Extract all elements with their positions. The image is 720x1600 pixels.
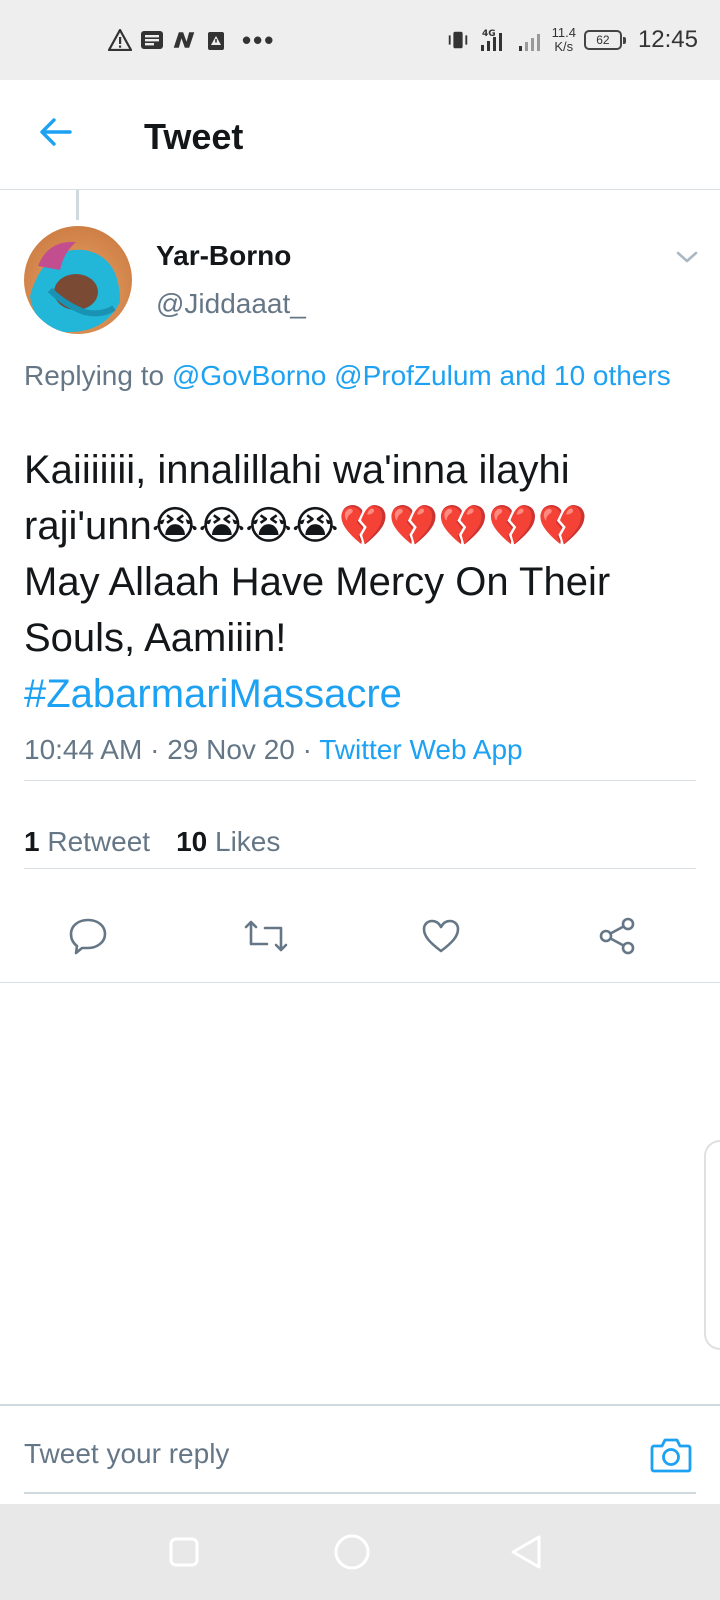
divider: [24, 868, 696, 869]
recent-apps-button[interactable]: [164, 1532, 204, 1572]
reply-icon: [69, 918, 107, 955]
camera-button[interactable]: [648, 1432, 694, 1478]
network-speed-unit: K/s: [554, 39, 574, 54]
tweet-source-link[interactable]: Twitter Web App: [319, 734, 522, 765]
hashtag-link[interactable]: #ZabarmariMassacre: [24, 672, 402, 716]
camera-icon: [650, 1438, 692, 1473]
signal-weak-icon: [516, 28, 544, 52]
tweet-stats: 1 Retweet 10 Likes: [24, 826, 280, 858]
reply-input[interactable]: Tweet your reply: [24, 1438, 229, 1470]
message-icon: [140, 28, 164, 52]
chevron-down-icon: [676, 251, 698, 263]
avatar-image: [24, 226, 132, 334]
back-button[interactable]: [36, 112, 76, 152]
reply-button[interactable]: [62, 910, 114, 962]
author-handle[interactable]: @Jiddaaat_: [156, 288, 306, 320]
app-header: Tweet: [0, 80, 720, 190]
avatar[interactable]: [24, 226, 132, 334]
likes-label: Likes: [215, 826, 281, 857]
tweet-meta: 10:44 AM · 29 Nov 20 · Twitter Web App: [24, 734, 523, 766]
triangle-back-icon: [511, 1535, 541, 1569]
download-alert-icon: [204, 28, 228, 52]
tweet-date: 29 Nov 20: [167, 734, 295, 765]
battery-indicator: 62: [583, 30, 626, 50]
retweets-label: Retweet: [47, 826, 151, 857]
page-title: Tweet: [144, 116, 244, 157]
replying-to: Replying to @GovBorno @ProfZulum and 10 …: [24, 356, 684, 396]
network-speed-value: 11.4: [551, 25, 576, 40]
network-speed: 11.4 K/s: [552, 26, 576, 54]
tweet-time: 10:44 AM: [24, 734, 143, 765]
meta-separator: ·: [150, 734, 160, 765]
tweet-menu-button[interactable]: [672, 242, 702, 272]
square-icon: [169, 1537, 199, 1567]
meta-separator: ·: [302, 734, 312, 765]
thread-connector: [76, 190, 79, 220]
n-app-icon: [172, 28, 196, 52]
like-button[interactable]: [415, 910, 467, 962]
heart-icon: [422, 919, 460, 953]
retweets-count: 1: [24, 826, 40, 857]
side-panel-handle[interactable]: [704, 1140, 720, 1350]
likes-count: 10: [176, 826, 208, 857]
warning-icon: [108, 28, 132, 52]
replying-prefix: Replying to: [24, 360, 165, 391]
status-clock: 12:45: [637, 26, 698, 53]
share-icon: [599, 917, 635, 955]
author-display-name[interactable]: Yar-Borno: [156, 240, 291, 272]
retweets-stat[interactable]: 1 Retweet: [24, 826, 150, 858]
divider: [24, 780, 696, 781]
share-button[interactable]: [591, 910, 643, 962]
retweet-button[interactable]: [240, 910, 292, 962]
likes-stat[interactable]: 10 Likes: [176, 826, 280, 858]
retweet-icon: [244, 920, 288, 952]
back-nav-button[interactable]: [506, 1532, 546, 1572]
tweet-text-line2: May Allaah Have Mercy On Their Souls, Aa…: [24, 560, 611, 660]
circle-icon: [334, 1534, 370, 1570]
reply-composer: Tweet your reply: [0, 1404, 720, 1504]
section-divider: [0, 982, 720, 983]
status-bar-notifications: •••: [108, 26, 275, 54]
more-dots-icon: •••: [242, 25, 276, 55]
status-bar: ••• 4G 11.4 K/s 62 12:45: [0, 0, 720, 80]
system-nav-bar: [0, 1504, 720, 1600]
signal-4g-icon: 4G: [478, 28, 508, 52]
tweet-actions: [0, 888, 720, 984]
vibrate-icon: [446, 28, 470, 52]
back-arrow-icon: [40, 118, 72, 146]
home-button[interactable]: [332, 1532, 372, 1572]
replying-targets-link[interactable]: @GovBorno @ProfZulum and 10 others: [172, 360, 671, 391]
tweet-emojis: 😭😭😭😭💔💔💔💔💔: [151, 504, 588, 548]
tweet-body: Kaiiiiiii, innalillahi wa'inna ilayhi ra…: [24, 442, 696, 722]
status-bar-system: 4G 11.4 K/s 62 12:45: [446, 22, 698, 58]
reply-input-underline: [24, 1492, 696, 1494]
